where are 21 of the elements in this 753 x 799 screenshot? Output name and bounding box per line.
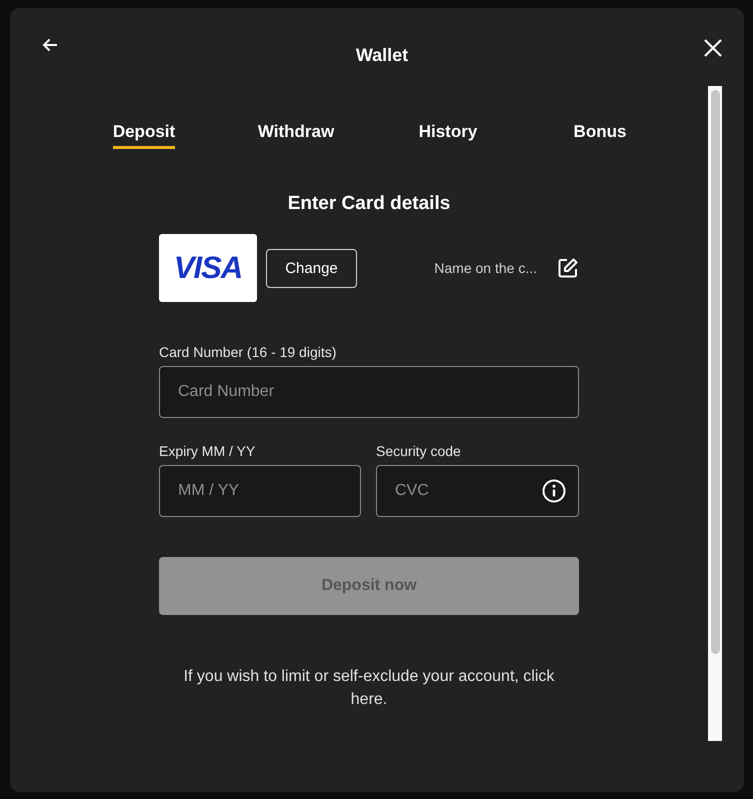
field-label: Card Number (16 - 19 digits) bbox=[159, 343, 338, 361]
section-heading: Enter Card details bbox=[286, 193, 452, 215]
tab[interactable]: Withdraw bbox=[258, 122, 334, 149]
input-field[interactable]: MM / YY bbox=[159, 465, 361, 517]
scrollbar[interactable] bbox=[708, 86, 722, 741]
tab[interactable]: Bonus bbox=[574, 122, 626, 149]
window-title: Wallet bbox=[356, 45, 408, 65]
edit-icon[interactable] bbox=[557, 257, 579, 279]
change-button[interactable]: Change bbox=[266, 248, 357, 288]
field-label: Expiry MM / YY bbox=[159, 442, 256, 460]
tab[interactable]: Deposit bbox=[112, 122, 176, 149]
input-field[interactable]: CVC bbox=[376, 465, 579, 517]
cardholder-name-label: Name on the c... bbox=[434, 260, 537, 276]
close-icon[interactable] bbox=[704, 39, 722, 57]
field-label: Security code bbox=[376, 442, 462, 460]
tab[interactable]: History bbox=[418, 122, 478, 149]
input-field[interactable]: Card Number bbox=[159, 366, 579, 418]
info-icon[interactable] bbox=[542, 479, 566, 503]
back-arrow-icon[interactable] bbox=[42, 38, 58, 52]
self-exclusion-note: If you wish to limit or self-exclude your account, click here. bbox=[182, 667, 556, 710]
card-logo: VISA bbox=[159, 234, 257, 302]
